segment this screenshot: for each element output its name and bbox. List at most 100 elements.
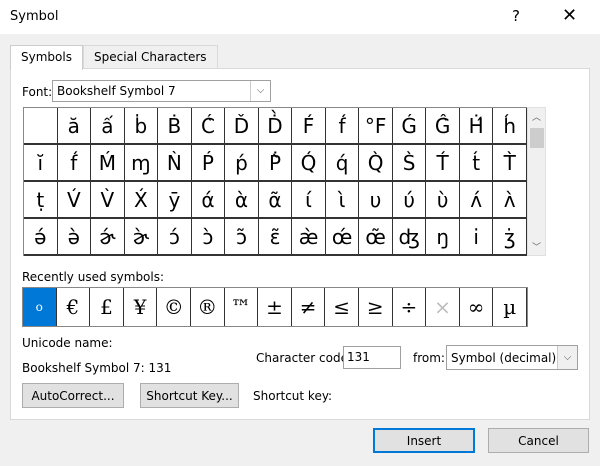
recent-symbol-cell[interactable]: ≥ [358, 288, 393, 326]
symbol-cell[interactable]: ύ [392, 182, 427, 219]
symbol-cell[interactable]: ʌ́ [459, 182, 494, 219]
symbol-cell[interactable]: ʒ̇ [493, 219, 527, 256]
symbol-cell[interactable]: Ḃ [158, 108, 192, 145]
symbol-cell[interactable]: i̇ [459, 219, 494, 256]
recent-symbol-cell[interactable]: × [426, 288, 460, 326]
unicode-name-value: Bookshelf Symbol 7: 131 [22, 361, 172, 375]
symbol-cell[interactable]: T́ [426, 145, 460, 182]
unicode-name-label: Unicode name: [22, 336, 113, 350]
recent-symbol-cell[interactable]: ± [258, 288, 292, 326]
symbol-cell[interactable]: Ṕ [191, 145, 226, 182]
character-code-label: Character code: [256, 351, 353, 365]
close-button[interactable]: ✕ [562, 5, 577, 26]
symbol-cell[interactable]: ă [57, 108, 92, 145]
symbol-cell[interactable]: ɱ [124, 145, 159, 182]
recent-symbol-cell[interactable]: µ [493, 288, 527, 326]
symbol-cell[interactable]: Q̀ [359, 145, 393, 182]
symbol-grid-scrollbar[interactable]: ︿ ﹀ [527, 107, 546, 256]
font-select[interactable]: Bookshelf Symbol 7 ⌵ [52, 80, 271, 102]
character-code-input[interactable]: 131 [343, 346, 401, 369]
symbol-cell[interactable]: t́ [459, 145, 494, 182]
symbol-cell[interactable]: ɔ́ [158, 219, 192, 256]
window-title: Symbol [10, 9, 59, 24]
symbol-cell[interactable]: V́ [57, 182, 92, 219]
symbol-cell[interactable]: ʌ̀ [493, 182, 527, 219]
tab-special-characters[interactable]: Special Characters [83, 45, 218, 69]
symbol-cell[interactable]: Ḣ́ [459, 108, 494, 145]
symbol-cell[interactable]: T̀ [493, 145, 527, 182]
recent-symbol-cell[interactable]: © [157, 288, 191, 326]
symbol-cell[interactable]: Ǹ [158, 145, 192, 182]
tab-symbols[interactable]: Symbols [10, 45, 83, 70]
insert-button[interactable]: Insert [373, 428, 475, 453]
symbol-cell[interactable]: ṕ [225, 145, 259, 182]
autocorrect-button[interactable]: AutoCorrect... [22, 383, 124, 408]
symbol-cell[interactable]: V̀ [91, 182, 125, 219]
symbol-cell[interactable]: X́ [124, 182, 159, 219]
symbol-cell[interactable]: ấ [91, 108, 125, 145]
symbol-cell[interactable]: œ́ [325, 219, 360, 256]
symbol-cell[interactable]: ʤ [392, 219, 427, 256]
symbol-cell[interactable]: Ć̀ [191, 108, 226, 145]
symbol-cell[interactable]: Ǵ [392, 108, 427, 145]
symbol-cell[interactable]: Ď [225, 108, 259, 145]
symbol-cell[interactable]: Ḋ̀ [258, 108, 293, 145]
cancel-button[interactable]: Cancel [488, 428, 589, 453]
symbol-cell[interactable]: Ĝ̀ [426, 108, 460, 145]
recent-symbol-cell[interactable]: ÷ [392, 288, 427, 326]
symbol-cell[interactable]: ṭ [24, 182, 58, 219]
scroll-up-icon[interactable]: ︿ [532, 110, 541, 123]
symbol-cell[interactable]: ɔ̃ [225, 219, 259, 256]
symbol-cell[interactable]: ḃ [124, 108, 159, 145]
scroll-down-icon[interactable]: ﹀ [532, 240, 541, 253]
symbol-cell[interactable]: ə̀ [57, 219, 92, 256]
chevron-down-icon[interactable]: ⌵ [557, 346, 577, 369]
symbol-cell[interactable]: ɛ̃ [258, 219, 293, 256]
symbol-cell[interactable]: ά [191, 182, 226, 219]
scrollbar-thumb[interactable] [530, 128, 544, 148]
symbol-cell[interactable]: f́ [57, 145, 92, 182]
shortcut-key-label: Shortcut key: [253, 389, 333, 403]
symbol-cell[interactable]: υ [359, 182, 393, 219]
recent-symbol-cell[interactable]: ™ [224, 288, 259, 326]
shortcut-key-button[interactable]: Shortcut Key... [140, 383, 239, 408]
symbol-cell[interactable]: ŋ [426, 219, 460, 256]
symbol-cell[interactable]: ȳ [158, 182, 192, 219]
symbol-cell[interactable]: ὰ [225, 182, 259, 219]
symbol-cell[interactable]: ɔ̀ [191, 219, 226, 256]
recent-symbol-cell[interactable]: ≤ [325, 288, 359, 326]
symbol-cell[interactable]: q́ [325, 145, 360, 182]
recent-symbol-cell[interactable]: € [56, 288, 91, 326]
recent-symbol-cell[interactable]: ∞ [459, 288, 494, 326]
recent-symbol-cell[interactable]: ¥ [123, 288, 158, 326]
title-bar: Symbol ? ✕ [0, 0, 600, 34]
recent-symbol-cell[interactable]: £ [90, 288, 124, 326]
symbol-cell[interactable]: Ṗ̀ [258, 145, 293, 182]
recent-symbol-cell[interactable]: ® [190, 288, 225, 326]
symbol-cell[interactable] [24, 108, 58, 145]
symbol-cell[interactable]: ɚ́ [91, 219, 125, 256]
from-label: from: [413, 351, 445, 365]
symbol-cell[interactable]: ὶ [325, 182, 360, 219]
recent-symbol-cell[interactable]: o [23, 288, 57, 326]
symbol-cell[interactable]: S̀ [392, 145, 427, 182]
symbol-cell[interactable]: ɚ̀ [124, 219, 159, 256]
symbol-cell[interactable]: ĭ [24, 145, 58, 182]
from-select[interactable]: Symbol (decimal) ⌵ [446, 345, 578, 370]
symbol-cell[interactable]: Q́ [292, 145, 326, 182]
symbol-cell[interactable]: f́ [325, 108, 360, 145]
symbol-cell[interactable]: h́ [493, 108, 527, 145]
help-button[interactable]: ? [512, 7, 520, 25]
chevron-down-icon[interactable]: ⌵ [250, 81, 270, 101]
symbol-cell[interactable]: Ḿ [91, 145, 125, 182]
recent-symbol-cell[interactable]: ≠ [291, 288, 326, 326]
from-value: Symbol (decimal) [451, 351, 557, 365]
symbol-cell[interactable]: ί [292, 182, 326, 219]
symbol-cell[interactable]: ᾶ [258, 182, 293, 219]
symbol-cell[interactable]: ὺ [426, 182, 460, 219]
symbol-cell[interactable]: æ̀ [292, 219, 326, 256]
symbol-cell[interactable]: œ̃ [359, 219, 393, 256]
symbol-cell[interactable]: ə́ [24, 219, 58, 256]
symbol-cell[interactable]: F́ [292, 108, 326, 145]
symbol-cell[interactable]: °F [359, 108, 393, 145]
